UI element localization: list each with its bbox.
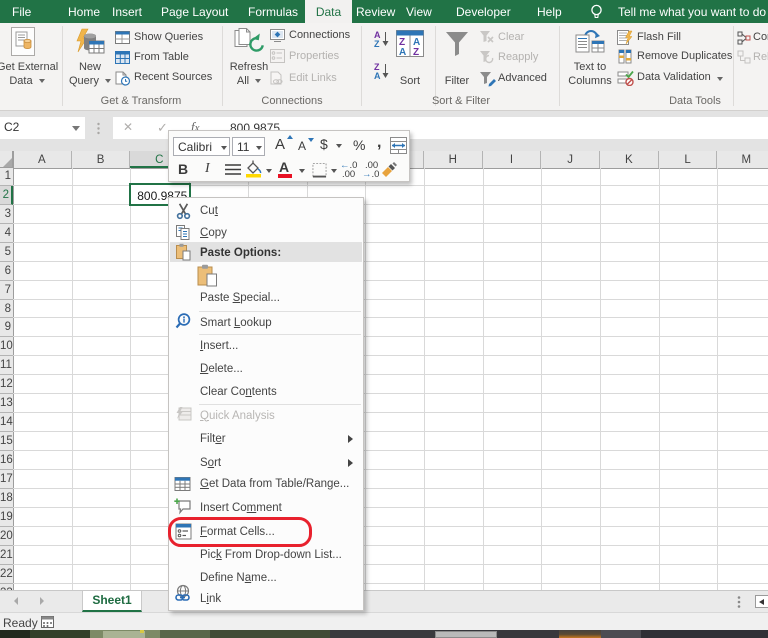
svg-text:Z: Z bbox=[413, 47, 419, 57]
svg-text:A: A bbox=[399, 47, 406, 57]
